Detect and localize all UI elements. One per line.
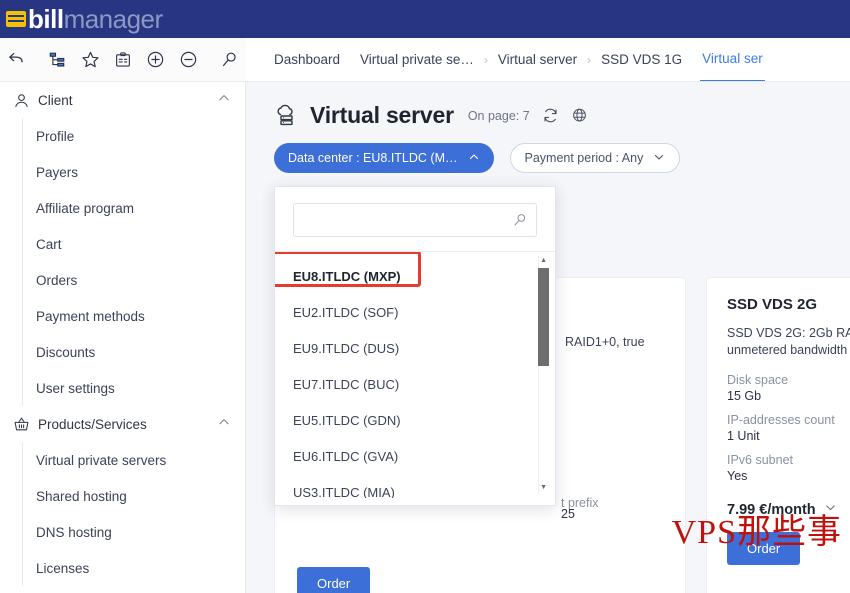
breadcrumb-item-active[interactable]: Virtual ser <box>700 38 765 81</box>
scroll-down-arrow-icon[interactable]: ▼ <box>540 484 547 491</box>
dropdown-search-box[interactable] <box>293 203 537 237</box>
dropdown-option-eu6-itldc-gva[interactable]: EU6.ITLDC (GVA) <box>275 438 555 474</box>
refresh-icon[interactable] <box>542 107 559 124</box>
card-left-fragment-top: RAID1+0, true <box>565 335 645 349</box>
chevron-up-icon-filter <box>468 151 480 166</box>
chevron-right-icon-2: › <box>587 52 592 67</box>
card-title-ssd-vds-2g: SSD VDS 2G <box>727 296 818 313</box>
price-value-ssd-vds-2g: 7.99 €/month <box>727 501 816 518</box>
filter-payment-period[interactable]: Payment period : Any <box>509 143 681 173</box>
dropdown-search-wrapper <box>275 187 555 252</box>
back-arrow-icon[interactable] <box>0 43 33 77</box>
brand-logo[interactable]: billmanager <box>28 6 163 32</box>
billmanager-logo-icon <box>6 11 26 27</box>
sidebar-group-products-services[interactable]: Products/Services <box>0 406 245 442</box>
product-card-ssd-vds-2g[interactable]: SSD VDS 2G SSD VDS 2G: 2Gb RAM, unmetere… <box>706 277 850 593</box>
sidebar-item-virtual-private-servers[interactable]: Virtual private servers <box>0 442 245 478</box>
brand-name-bold: bill <box>28 4 64 34</box>
sitemap-icon[interactable] <box>41 43 74 77</box>
sidebar-item-orders[interactable]: Orders <box>0 262 245 298</box>
globe-icon[interactable] <box>571 107 588 124</box>
dropdown-option-row-0: EU8.ITLDC (MXP) <box>275 252 555 294</box>
filter-data-center-label: Data center : EU8.ITLDC (M… <box>288 151 458 165</box>
dropdown-option-eu2-itldc-sof[interactable]: EU2.ITLDC (SOF) <box>275 294 555 330</box>
chevron-down-icon-price <box>824 501 837 518</box>
dropdown-option-list: EU8.ITLDC (MXP) EU2.ITLDC (SOF) EU9.ITLD… <box>275 252 555 498</box>
on-page-count: On page: 7 <box>467 108 530 123</box>
search-icon[interactable] <box>213 43 246 77</box>
user-icon <box>8 92 34 109</box>
sidebar-item-shared-hosting[interactable]: Shared hosting <box>0 478 245 514</box>
spec-label-disk-space: Disk space <box>727 373 789 387</box>
card-description-ssd-vds-2g: SSD VDS 2G: 2Gb RAM, unmetered bandwidth <box>727 326 850 357</box>
sidebar-item-cart[interactable]: Cart <box>0 226 245 262</box>
dropdown-option-us3-itldc-mia[interactable]: US3.ITLDC (MIA) <box>275 474 555 499</box>
dropdown-option-eu7-itldc-buc[interactable]: EU7.ITLDC (BUC) <box>275 366 555 402</box>
icon-toolbar <box>0 38 246 82</box>
minus-circle-icon[interactable] <box>172 43 205 77</box>
breadcrumb-item-dashboard[interactable]: Dashboard <box>272 38 342 81</box>
sidebar-children-products: Virtual private servers Shared hosting D… <box>0 442 245 586</box>
sidebar-item-dns-hosting[interactable]: DNS hosting <box>0 514 245 550</box>
sidebar-group-label-products: Products/Services <box>38 416 147 432</box>
page-title: Virtual server <box>310 102 454 128</box>
dropdown-option-eu5-itldc-gdn[interactable]: EU5.ITLDC (GDN) <box>275 402 555 438</box>
order-button-ssd-vds-2g[interactable]: Order <box>727 532 801 565</box>
spec-value-ip-count: 1 Unit <box>727 429 760 443</box>
scroll-up-arrow-icon[interactable]: ▲ <box>540 257 547 264</box>
breadcrumb-item-virtual-server[interactable]: Virtual server <box>496 38 579 81</box>
breadcrumb-item-ssd-vds-1g[interactable]: SSD VDS 1G <box>599 38 684 81</box>
card-left-fragment-value: 25 <box>561 507 575 521</box>
search-icon-dropdown[interactable] <box>512 212 528 228</box>
price-ssd-vds-2g[interactable]: 7.99 €/month <box>727 501 850 518</box>
cloud-server-icon <box>274 104 298 128</box>
sidebar-item-profile[interactable]: Profile <box>0 118 245 154</box>
chevron-up-icon[interactable] <box>217 91 231 110</box>
star-icon[interactable] <box>74 43 107 77</box>
sidebar-children-client: Profile Payers Affiliate program Cart Or… <box>0 118 245 406</box>
app-root: billmanager Dashboard Virtual private se… <box>0 0 850 593</box>
sidebar-item-discounts[interactable]: Discounts <box>0 334 245 370</box>
spec-label-ip-count: IP-addresses count <box>727 413 835 427</box>
breadcrumb-item-vps[interactable]: Virtual private se… <box>358 38 476 81</box>
order-button-left[interactable]: Order <box>297 567 371 593</box>
dropdown-option-eu9-itldc-dus[interactable]: EU9.ITLDC (DUS) <box>275 330 555 366</box>
sidebar-item-licenses[interactable]: Licenses <box>0 550 245 586</box>
sidebar-item-affiliate-program[interactable]: Affiliate program <box>0 190 245 226</box>
spec-value-ipv6-subnet: Yes <box>727 469 748 483</box>
chevron-right-icon: › <box>483 52 488 67</box>
sidebar-item-payers[interactable]: Payers <box>0 154 245 190</box>
sidebar-group-label-client: Client <box>38 92 73 108</box>
sidebar-item-payment-methods[interactable]: Payment methods <box>0 298 245 334</box>
search-input[interactable] <box>304 211 512 229</box>
spec-label-ipv6-subnet: IPv6 subnet <box>727 453 794 467</box>
sidebar: Client Profile Payers Affiliate program … <box>0 82 246 593</box>
data-center-dropdown: EU8.ITLDC (MXP) EU2.ITLDC (SOF) EU9.ITLD… <box>274 186 556 506</box>
filter-bar: Data center : EU8.ITLDC (M… Payment peri… <box>246 129 850 173</box>
chevron-down-icon-filter <box>653 151 665 166</box>
brand-name-light: manager <box>63 4 164 34</box>
spec-value-disk-space: 15 Gb <box>727 389 762 403</box>
filter-data-center[interactable]: Data center : EU8.ITLDC (M… <box>274 143 494 173</box>
dropdown-option-eu8-itldc-mxp[interactable]: EU8.ITLDC (MXP) <box>275 258 555 294</box>
chevron-up-icon-2[interactable] <box>217 415 231 434</box>
plus-circle-icon[interactable] <box>139 43 172 77</box>
brand-bar: billmanager <box>0 0 850 38</box>
clipboard-icon[interactable] <box>107 43 140 77</box>
page-header: Virtual server On page: 7 <box>246 82 850 129</box>
sidebar-item-user-settings[interactable]: User settings <box>0 370 245 406</box>
filter-payment-period-label: Payment period : Any <box>524 151 644 165</box>
breadcrumb: Dashboard Virtual private se… › Virtual … <box>246 38 850 82</box>
basket-icon <box>8 416 34 433</box>
sidebar-group-client[interactable]: Client <box>0 82 245 118</box>
dropdown-scrollbar-thumb[interactable] <box>538 268 549 366</box>
